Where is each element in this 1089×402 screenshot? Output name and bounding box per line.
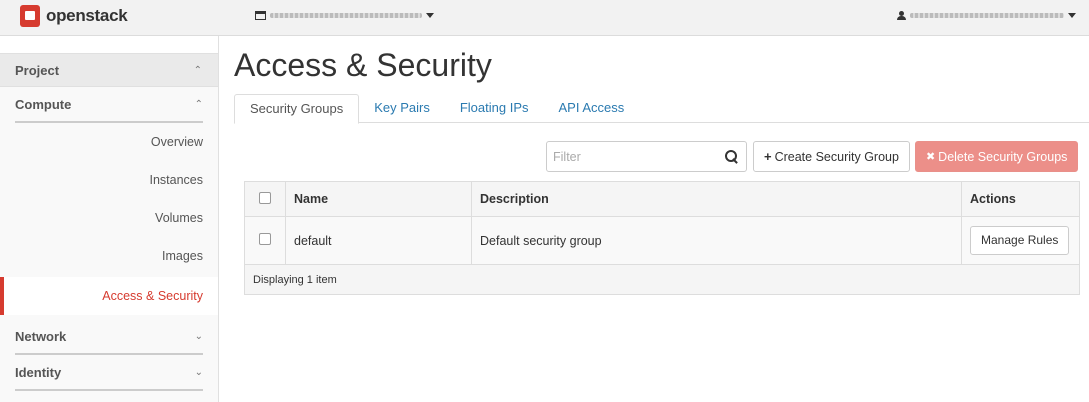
tab-floating-ips[interactable]: Floating IPs xyxy=(445,94,544,123)
sidebar-item-images[interactable]: Images xyxy=(0,237,218,275)
column-header-description[interactable]: Description xyxy=(471,181,962,217)
project-list-icon xyxy=(255,11,266,20)
chevron-down-icon: ⌄ xyxy=(194,330,203,342)
sidebar: Project ⌃ Compute ⌃ Overview Instances V… xyxy=(0,36,219,402)
column-header-actions: Actions xyxy=(961,181,1080,217)
manage-rules-button[interactable]: Manage Rules xyxy=(970,226,1070,255)
table-actions: + Create Security Group ✖ Delete Securit… xyxy=(546,141,1079,172)
column-header-name[interactable]: Name xyxy=(285,181,472,217)
sidebar-item-instances[interactable]: Instances xyxy=(0,161,218,199)
user-name-redacted xyxy=(910,13,1064,18)
row-select-cell xyxy=(244,216,286,265)
button-label: Create Security Group xyxy=(774,149,899,164)
tab-security-groups[interactable]: Security Groups xyxy=(234,94,360,124)
sidebar-panel-project[interactable]: Project ⌃ xyxy=(0,54,218,87)
select-all-cell xyxy=(244,181,286,217)
sidebar-group-network[interactable]: Network ⌄ xyxy=(15,319,203,355)
delete-security-groups-button[interactable]: ✖ Delete Security Groups xyxy=(914,141,1079,172)
brand-logo-link[interactable]: openstack xyxy=(20,5,128,27)
cell-actions: Manage Rules xyxy=(961,216,1080,265)
main-content: Access & Security Security Groups Key Pa… xyxy=(234,36,1089,295)
sidebar-group-label: Identity xyxy=(15,364,62,380)
sidebar-group-label: Network xyxy=(15,328,67,344)
table-footer-row: Displaying 1 item xyxy=(244,264,1080,295)
project-selector[interactable] xyxy=(255,11,434,20)
chevron-up-icon: ⌃ xyxy=(193,64,202,76)
cell-name: default xyxy=(285,216,472,265)
create-security-group-button[interactable]: + Create Security Group xyxy=(753,141,910,172)
table-footer-count: Displaying 1 item xyxy=(244,264,1080,295)
cell-description: Default security group xyxy=(471,216,962,265)
close-icon: ✖ xyxy=(925,151,936,163)
sidebar-group-compute[interactable]: Compute ⌃ xyxy=(15,87,203,123)
user-menu[interactable] xyxy=(897,11,1076,20)
sidebar-item-access-security[interactable]: Access & Security xyxy=(0,277,218,315)
button-label: Delete Security Groups xyxy=(938,149,1068,164)
project-name-redacted xyxy=(270,13,422,18)
sidebar-panel-label: Project xyxy=(15,62,60,78)
filter-box xyxy=(546,141,747,172)
plus-icon: + xyxy=(764,149,772,164)
search-icon[interactable] xyxy=(725,150,738,163)
chevron-down-icon xyxy=(1068,13,1076,18)
filter-input[interactable] xyxy=(553,149,713,164)
row-checkbox[interactable] xyxy=(259,233,271,245)
chevron-down-icon: ⌄ xyxy=(194,366,203,378)
table-row: default Default security group Manage Ru… xyxy=(244,216,1080,265)
tab-api-access[interactable]: API Access xyxy=(544,94,640,123)
sidebar-item-overview[interactable]: Overview xyxy=(0,123,218,161)
page-title: Access & Security xyxy=(234,47,492,83)
user-icon xyxy=(897,11,906,20)
top-navbar: openstack xyxy=(0,0,1089,36)
table-header-row: Name Description Actions xyxy=(244,181,1080,217)
chevron-up-icon: ⌃ xyxy=(194,98,203,110)
brand-name: openstack xyxy=(46,6,128,25)
tab-bar: Security Groups Key Pairs Floating IPs A… xyxy=(234,94,1089,124)
sidebar-group-identity[interactable]: Identity ⌄ xyxy=(15,355,203,391)
tab-key-pairs[interactable]: Key Pairs xyxy=(359,94,445,123)
sidebar-group-label: Compute xyxy=(15,96,72,112)
sidebar-item-volumes[interactable]: Volumes xyxy=(0,199,218,237)
openstack-logo-icon xyxy=(20,5,40,27)
select-all-checkbox[interactable] xyxy=(259,191,271,204)
chevron-down-icon xyxy=(426,13,434,18)
security-groups-table: Name Description Actions default Default… xyxy=(244,181,1080,295)
